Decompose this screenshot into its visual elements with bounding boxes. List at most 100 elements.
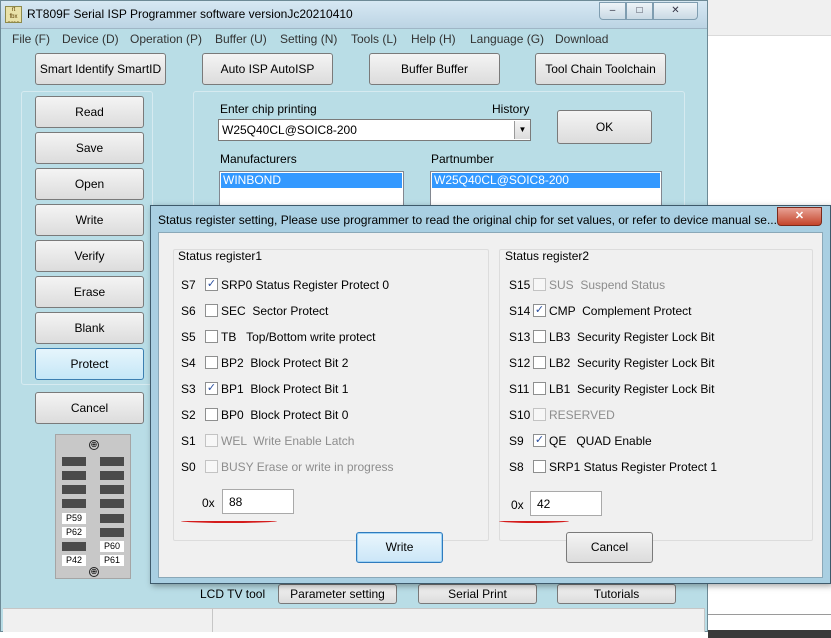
status-register1-title: Status register1 bbox=[178, 249, 263, 263]
status-register-dialog: Status register setting, Please use prog… bbox=[150, 205, 831, 584]
chip-pinout-diagram: ⊕ P59 P62 P60 P42 P61 ⊕ bbox=[55, 434, 131, 579]
checkbox-checked[interactable]: ✓ bbox=[205, 278, 218, 291]
status-bit-s11[interactable]: S11 LB1 Security Register Lock Bit bbox=[509, 381, 809, 397]
chip-printing-combobox[interactable]: W25Q40CL@SOIC8-200 ▼ bbox=[218, 119, 531, 141]
save-button[interactable]: Save bbox=[35, 132, 144, 164]
tab-serial-print[interactable]: Serial Print bbox=[418, 584, 537, 604]
checkbox[interactable] bbox=[205, 356, 218, 369]
menu-help[interactable]: Help (H) bbox=[411, 32, 456, 46]
auto-isp-button[interactable]: Auto ISP AutoISP bbox=[202, 53, 333, 85]
background-window-divider bbox=[708, 614, 831, 615]
menu-language[interactable]: Language (G) bbox=[470, 32, 544, 46]
checkbox[interactable] bbox=[533, 460, 546, 473]
menu-download[interactable]: Download bbox=[555, 32, 608, 46]
tool-chain-button[interactable]: Tool Chain Toolchain bbox=[535, 53, 666, 85]
menu-tools[interactable]: Tools (L) bbox=[351, 32, 397, 46]
tab-parameter-setting[interactable]: Parameter setting bbox=[278, 584, 397, 604]
close-main-window-button[interactable]: ✕ bbox=[653, 2, 698, 20]
bit-description-label: SUS Suspend Status bbox=[549, 278, 666, 292]
bit-code-label: S5 bbox=[181, 330, 196, 344]
checkbox-checked[interactable]: ✓ bbox=[533, 434, 546, 447]
status-bit-s12[interactable]: S12 LB2 Security Register Lock Bit bbox=[509, 355, 809, 371]
checkbox[interactable] bbox=[205, 304, 218, 317]
app-logo-icon: rt fbx prog bbox=[5, 6, 22, 23]
chevron-down-icon[interactable]: ▼ bbox=[514, 121, 530, 139]
pin-label: P42 bbox=[62, 555, 86, 566]
checkbox bbox=[533, 278, 546, 291]
status-register2-title: Status register2 bbox=[505, 249, 590, 263]
status-register2-hex-input[interactable]: 42 bbox=[530, 491, 602, 516]
screw-icon: ⊕ bbox=[89, 440, 99, 450]
maximize-button[interactable]: □ bbox=[626, 2, 653, 20]
bit-code-label: S11 bbox=[509, 382, 530, 396]
bit-code-label: S6 bbox=[181, 304, 196, 318]
minimize-button[interactable]: – bbox=[599, 2, 626, 20]
bit-code-label: S12 bbox=[509, 356, 531, 370]
menu-setting[interactable]: Setting (N) bbox=[280, 32, 337, 46]
status-bit-s3[interactable]: S3 ✓ BP1 Block Protect Bit 1 bbox=[181, 381, 481, 397]
cancel-dialog-button[interactable]: Cancel bbox=[566, 532, 653, 563]
checkbox[interactable] bbox=[205, 408, 218, 421]
protect-button[interactable]: Protect bbox=[35, 348, 144, 380]
checkbox-checked[interactable]: ✓ bbox=[533, 304, 546, 317]
ok-button[interactable]: OK bbox=[557, 110, 652, 144]
bit-code-label: S14 bbox=[509, 304, 531, 318]
menu-buffer[interactable]: Buffer (U) bbox=[215, 32, 267, 46]
status-bit-s13[interactable]: S13 LB3 Security Register Lock Bit bbox=[509, 329, 809, 345]
pin-pad bbox=[62, 471, 86, 480]
dialog-title: Status register setting, Please use prog… bbox=[158, 213, 777, 227]
list-item[interactable]: WINBOND bbox=[221, 173, 402, 188]
checkbox bbox=[533, 408, 546, 421]
checkbox[interactable] bbox=[533, 330, 546, 343]
pin-pad bbox=[100, 499, 124, 508]
erase-button[interactable]: Erase bbox=[35, 276, 144, 308]
checkbox bbox=[205, 460, 218, 473]
bit-code-label: S4 bbox=[181, 356, 196, 370]
status-bit-s14[interactable]: S14 ✓ CMP Complement Protect bbox=[509, 303, 809, 319]
bit-description-label: LB3 Security Register Lock Bit bbox=[549, 330, 715, 344]
write-status-button[interactable]: Write bbox=[356, 532, 443, 563]
tab-tutorials[interactable]: Tutorials bbox=[557, 584, 676, 604]
status-bit-s8[interactable]: S8 SRP1 Status Register Protect 1 bbox=[509, 459, 809, 475]
status-bar bbox=[3, 608, 705, 632]
verify-button[interactable]: Verify bbox=[35, 240, 144, 272]
write-button[interactable]: Write bbox=[35, 204, 144, 236]
list-item[interactable]: W25Q40CL@SOIC8-200 bbox=[432, 173, 660, 188]
background-window-toolbar bbox=[708, 0, 831, 36]
buffer-button[interactable]: Buffer Buffer bbox=[369, 53, 500, 85]
cancel-operation-button[interactable]: Cancel bbox=[35, 392, 144, 424]
status-register1-hex-input[interactable]: 88 bbox=[222, 489, 294, 514]
bit-description-label: LB2 Security Register Lock Bit bbox=[549, 356, 715, 370]
checkbox-checked[interactable]: ✓ bbox=[205, 382, 218, 395]
menu-operation[interactable]: Operation (P) bbox=[130, 32, 202, 46]
blank-button[interactable]: Blank bbox=[35, 312, 144, 344]
open-button[interactable]: Open bbox=[35, 168, 144, 200]
smart-identify-button[interactable]: Smart Identify SmartID bbox=[35, 53, 166, 85]
status-bit-s2[interactable]: S2 BP0 Block Protect Bit 0 bbox=[181, 407, 481, 423]
menu-device[interactable]: Device (D) bbox=[62, 32, 119, 46]
bit-description-label: BUSY Erase or write in progress bbox=[221, 460, 394, 474]
checkbox[interactable] bbox=[533, 382, 546, 395]
red-underline-annotation bbox=[499, 519, 569, 523]
hex-prefix-label: 0x bbox=[202, 496, 215, 510]
status-bit-s1: S1 WEL Write Enable Latch bbox=[181, 433, 481, 449]
pin-label: P62 bbox=[62, 527, 86, 538]
history-label[interactable]: History bbox=[492, 102, 529, 116]
bit-description-label: CMP Complement Protect bbox=[549, 304, 692, 318]
lcd-tv-tool-label[interactable]: LCD TV tool bbox=[200, 587, 265, 601]
read-button[interactable]: Read bbox=[35, 96, 144, 128]
status-bit-s4[interactable]: S4 BP2 Block Protect Bit 2 bbox=[181, 355, 481, 371]
checkbox bbox=[205, 434, 218, 447]
status-bit-s5[interactable]: S5 TB Top/Bottom write protect bbox=[181, 329, 481, 345]
status-bit-s9[interactable]: S9 ✓ QE QUAD Enable bbox=[509, 433, 809, 449]
bit-description-label: BP0 Block Protect Bit 0 bbox=[221, 408, 349, 422]
checkbox[interactable] bbox=[533, 356, 546, 369]
close-dialog-button[interactable]: ✕ bbox=[777, 207, 822, 226]
pin-pad bbox=[62, 542, 86, 551]
checkbox[interactable] bbox=[205, 330, 218, 343]
status-bit-s6[interactable]: S6 SEC Sector Protect bbox=[181, 303, 481, 319]
status-bit-s7[interactable]: S7 ✓ SRP0 Status Register Protect 0 bbox=[181, 277, 481, 293]
menu-file[interactable]: File (F) bbox=[12, 32, 50, 46]
chip-printing-label: Enter chip printing bbox=[220, 102, 317, 116]
bit-code-label: S7 bbox=[181, 278, 196, 292]
